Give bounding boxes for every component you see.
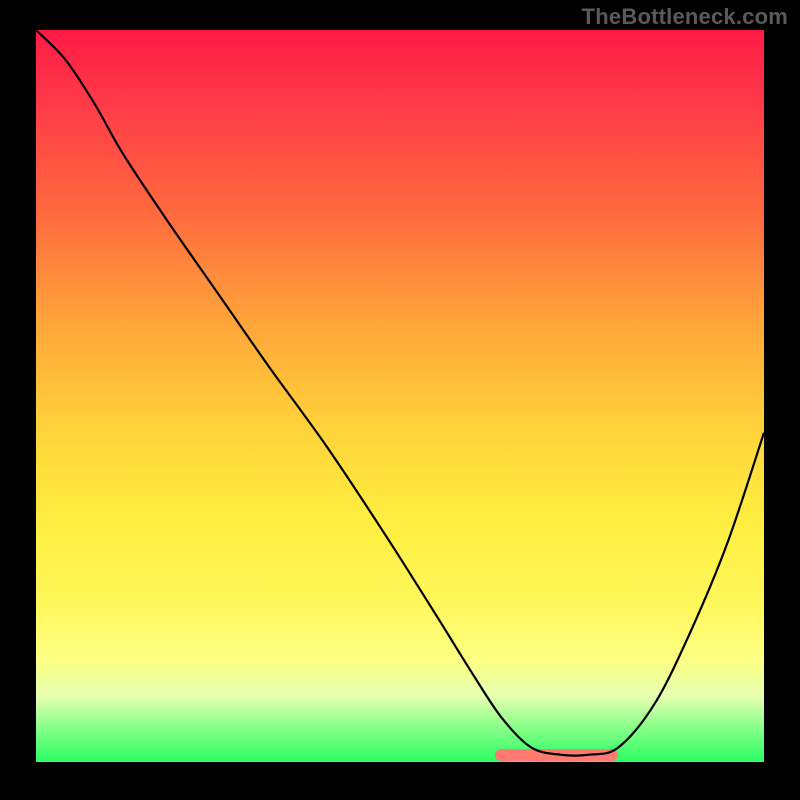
watermark-text: TheBottleneck.com bbox=[582, 4, 788, 30]
chart-frame: TheBottleneck.com bbox=[0, 0, 800, 800]
curve-svg bbox=[36, 30, 764, 762]
bottleneck-curve-path bbox=[36, 30, 764, 756]
plot-area bbox=[36, 30, 764, 762]
